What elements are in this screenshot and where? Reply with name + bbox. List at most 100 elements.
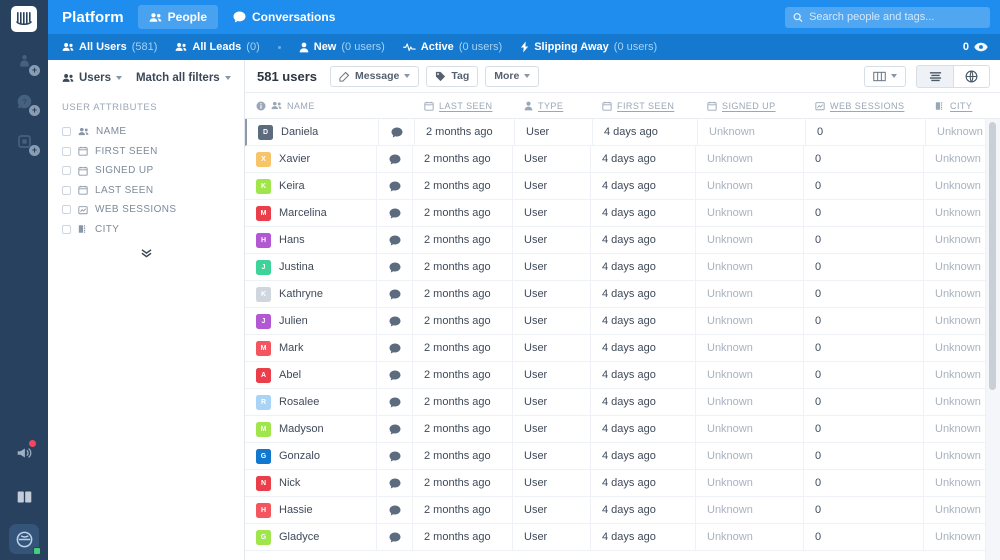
table-row[interactable]: M Madyson 2 months ago User 4 days ago Unknow… [245, 415, 1000, 443]
cell-chat[interactable] [377, 361, 413, 389]
expand-attributes-button[interactable] [48, 239, 244, 258]
chat-bubble-icon[interactable] [389, 478, 401, 489]
attribute-checkbox[interactable] [62, 205, 71, 215]
column-header-signed-up[interactable]: SIGNED UP [696, 101, 804, 111]
table-row[interactable]: H Hassie 2 months ago User 4 days ago Unknown… [245, 496, 1000, 524]
chat-bubble-icon[interactable] [389, 262, 401, 273]
cell-chat[interactable] [377, 415, 413, 443]
entity-type-dropdown[interactable]: Users [62, 72, 122, 84]
cell-name[interactable]: H Hassie [245, 496, 377, 524]
chat-bubble-icon[interactable] [389, 370, 401, 381]
chat-bubble-icon[interactable] [389, 316, 401, 327]
table-row[interactable]: J Julien 2 months ago User 4 days ago Unknown… [245, 307, 1000, 335]
attribute-item-first-seen[interactable]: FIRST SEEN [48, 142, 244, 162]
add-badge-icon[interactable]: + [29, 105, 40, 116]
cell-name[interactable]: G Gladyce [245, 523, 377, 551]
attribute-item-signed-up[interactable]: SIGNED UP [48, 161, 244, 181]
cell-chat[interactable] [377, 334, 413, 362]
chat-bubble-icon[interactable] [389, 208, 401, 219]
chat-bubble-icon[interactable] [389, 532, 401, 543]
attribute-item-last-seen[interactable]: LAST SEEN [48, 181, 244, 201]
chat-bubble-icon[interactable] [389, 505, 401, 516]
watching-indicator[interactable]: 0 [963, 41, 988, 53]
add-badge-icon[interactable]: + [29, 145, 40, 156]
attribute-checkbox[interactable] [62, 146, 71, 156]
cell-name[interactable]: D Daniela [247, 119, 379, 146]
tag-button[interactable]: Tag [426, 65, 479, 87]
rail-item-help[interactable]: ? + [7, 84, 41, 118]
table-row[interactable]: G Gladyce 2 months ago User 4 days ago Unknow… [245, 523, 1000, 551]
match-filters-dropdown[interactable]: Match all filters [136, 72, 231, 84]
table-row[interactable]: G Gonzalo 2 months ago User 4 days ago Unknow… [245, 442, 1000, 470]
message-button[interactable]: Message [330, 65, 420, 87]
table-row[interactable]: K Keira 2 months ago User 4 days ago Unknown 0… [245, 172, 1000, 200]
table-row[interactable]: X Xavier 2 months ago User 4 days ago Unknown… [245, 145, 1000, 173]
search-input[interactable] [809, 11, 982, 23]
cell-chat[interactable] [377, 523, 413, 551]
cell-name[interactable]: R Rosalee [245, 388, 377, 416]
cell-name[interactable]: M Madyson [245, 415, 377, 443]
list-view-button[interactable] [917, 65, 953, 87]
cell-chat[interactable] [377, 172, 413, 200]
attribute-item-city[interactable]: CITY [48, 220, 244, 240]
column-header-name[interactable]: NAME [245, 101, 377, 111]
tab-people[interactable]: People [137, 5, 219, 29]
subnav-item-all-users[interactable]: All Users (581) [62, 41, 157, 53]
table-row[interactable]: M Mark 2 months ago User 4 days ago Unknown 0 U… [245, 334, 1000, 362]
megaphone-icon[interactable] [7, 436, 41, 470]
scrollbar-track[interactable] [985, 119, 1000, 560]
column-header-type[interactable]: TYPE [513, 101, 591, 111]
subnav-item-active[interactable]: Active (0 users) [402, 41, 502, 53]
table-row[interactable]: J Justina 2 months ago User 4 days ago Unknow… [245, 253, 1000, 281]
chat-bubble-icon[interactable] [389, 154, 401, 165]
add-badge-icon[interactable]: + [29, 65, 40, 76]
info-icon[interactable] [256, 101, 266, 111]
cell-chat[interactable] [377, 469, 413, 497]
cell-name[interactable]: X Xavier [245, 145, 377, 173]
cell-chat[interactable] [377, 145, 413, 173]
subnav-item-slipping-away[interactable]: Slipping Away (0 users) [520, 41, 657, 53]
more-button[interactable]: More [485, 65, 540, 87]
cell-name[interactable]: M Mark [245, 334, 377, 362]
column-header-city[interactable]: CITY [924, 101, 1000, 111]
cell-chat[interactable] [377, 496, 413, 524]
cell-chat[interactable] [377, 280, 413, 308]
chat-bubble-icon[interactable] [389, 181, 401, 192]
table-row[interactable]: N Nick 2 months ago User 4 days ago Unknown 0 U… [245, 469, 1000, 497]
column-header-web-sessions[interactable]: WEB SESSIONS [804, 101, 924, 111]
attribute-item-name[interactable]: NAME [48, 122, 244, 142]
table-row[interactable]: H Hans 2 months ago User 4 days ago Unknown 0 U… [245, 226, 1000, 254]
table-row[interactable]: A Abel 2 months ago User 4 days ago Unknown 0 U… [245, 361, 1000, 389]
cell-name[interactable]: H Hans [245, 226, 377, 254]
cell-name[interactable]: J Julien [245, 307, 377, 335]
user-avatar-icon[interactable] [9, 524, 41, 555]
cell-chat[interactable] [377, 388, 413, 416]
table-row[interactable]: R Rosalee 2 months ago User 4 days ago Unknow… [245, 388, 1000, 416]
cell-chat[interactable] [377, 307, 413, 335]
chat-bubble-icon[interactable] [389, 397, 401, 408]
cell-chat[interactable] [377, 226, 413, 254]
chat-bubble-icon[interactable] [389, 235, 401, 246]
cell-name[interactable]: J Justina [245, 253, 377, 281]
cell-chat[interactable] [377, 253, 413, 281]
chat-bubble-icon[interactable] [389, 289, 401, 300]
cell-name[interactable]: A Abel [245, 361, 377, 389]
subnav-item-all-leads[interactable]: All Leads (0) [175, 41, 260, 53]
chat-bubble-icon[interactable] [389, 451, 401, 462]
column-header-last-seen[interactable]: LAST SEEN [413, 101, 513, 111]
table-row[interactable]: K Kathryne 2 months ago User 4 days ago Unkno… [245, 280, 1000, 308]
cell-name[interactable]: K Keira [245, 172, 377, 200]
cell-chat[interactable] [377, 199, 413, 227]
search-box[interactable] [785, 6, 990, 28]
cell-name[interactable]: N Nick [245, 469, 377, 497]
chat-bubble-icon[interactable] [389, 343, 401, 354]
chat-bubble-icon[interactable] [391, 127, 403, 138]
cell-name[interactable]: G Gonzalo [245, 442, 377, 470]
attribute-item-web-sessions[interactable]: WEB SESSIONS [48, 200, 244, 220]
table-row[interactable]: M Marcelina 2 months ago User 4 days ago Unkn… [245, 199, 1000, 227]
columns-button[interactable] [864, 65, 906, 87]
cell-chat[interactable] [379, 119, 415, 146]
attribute-checkbox[interactable] [62, 224, 71, 234]
rail-item-outbound[interactable]: + [7, 44, 41, 78]
book-icon[interactable] [7, 480, 41, 514]
